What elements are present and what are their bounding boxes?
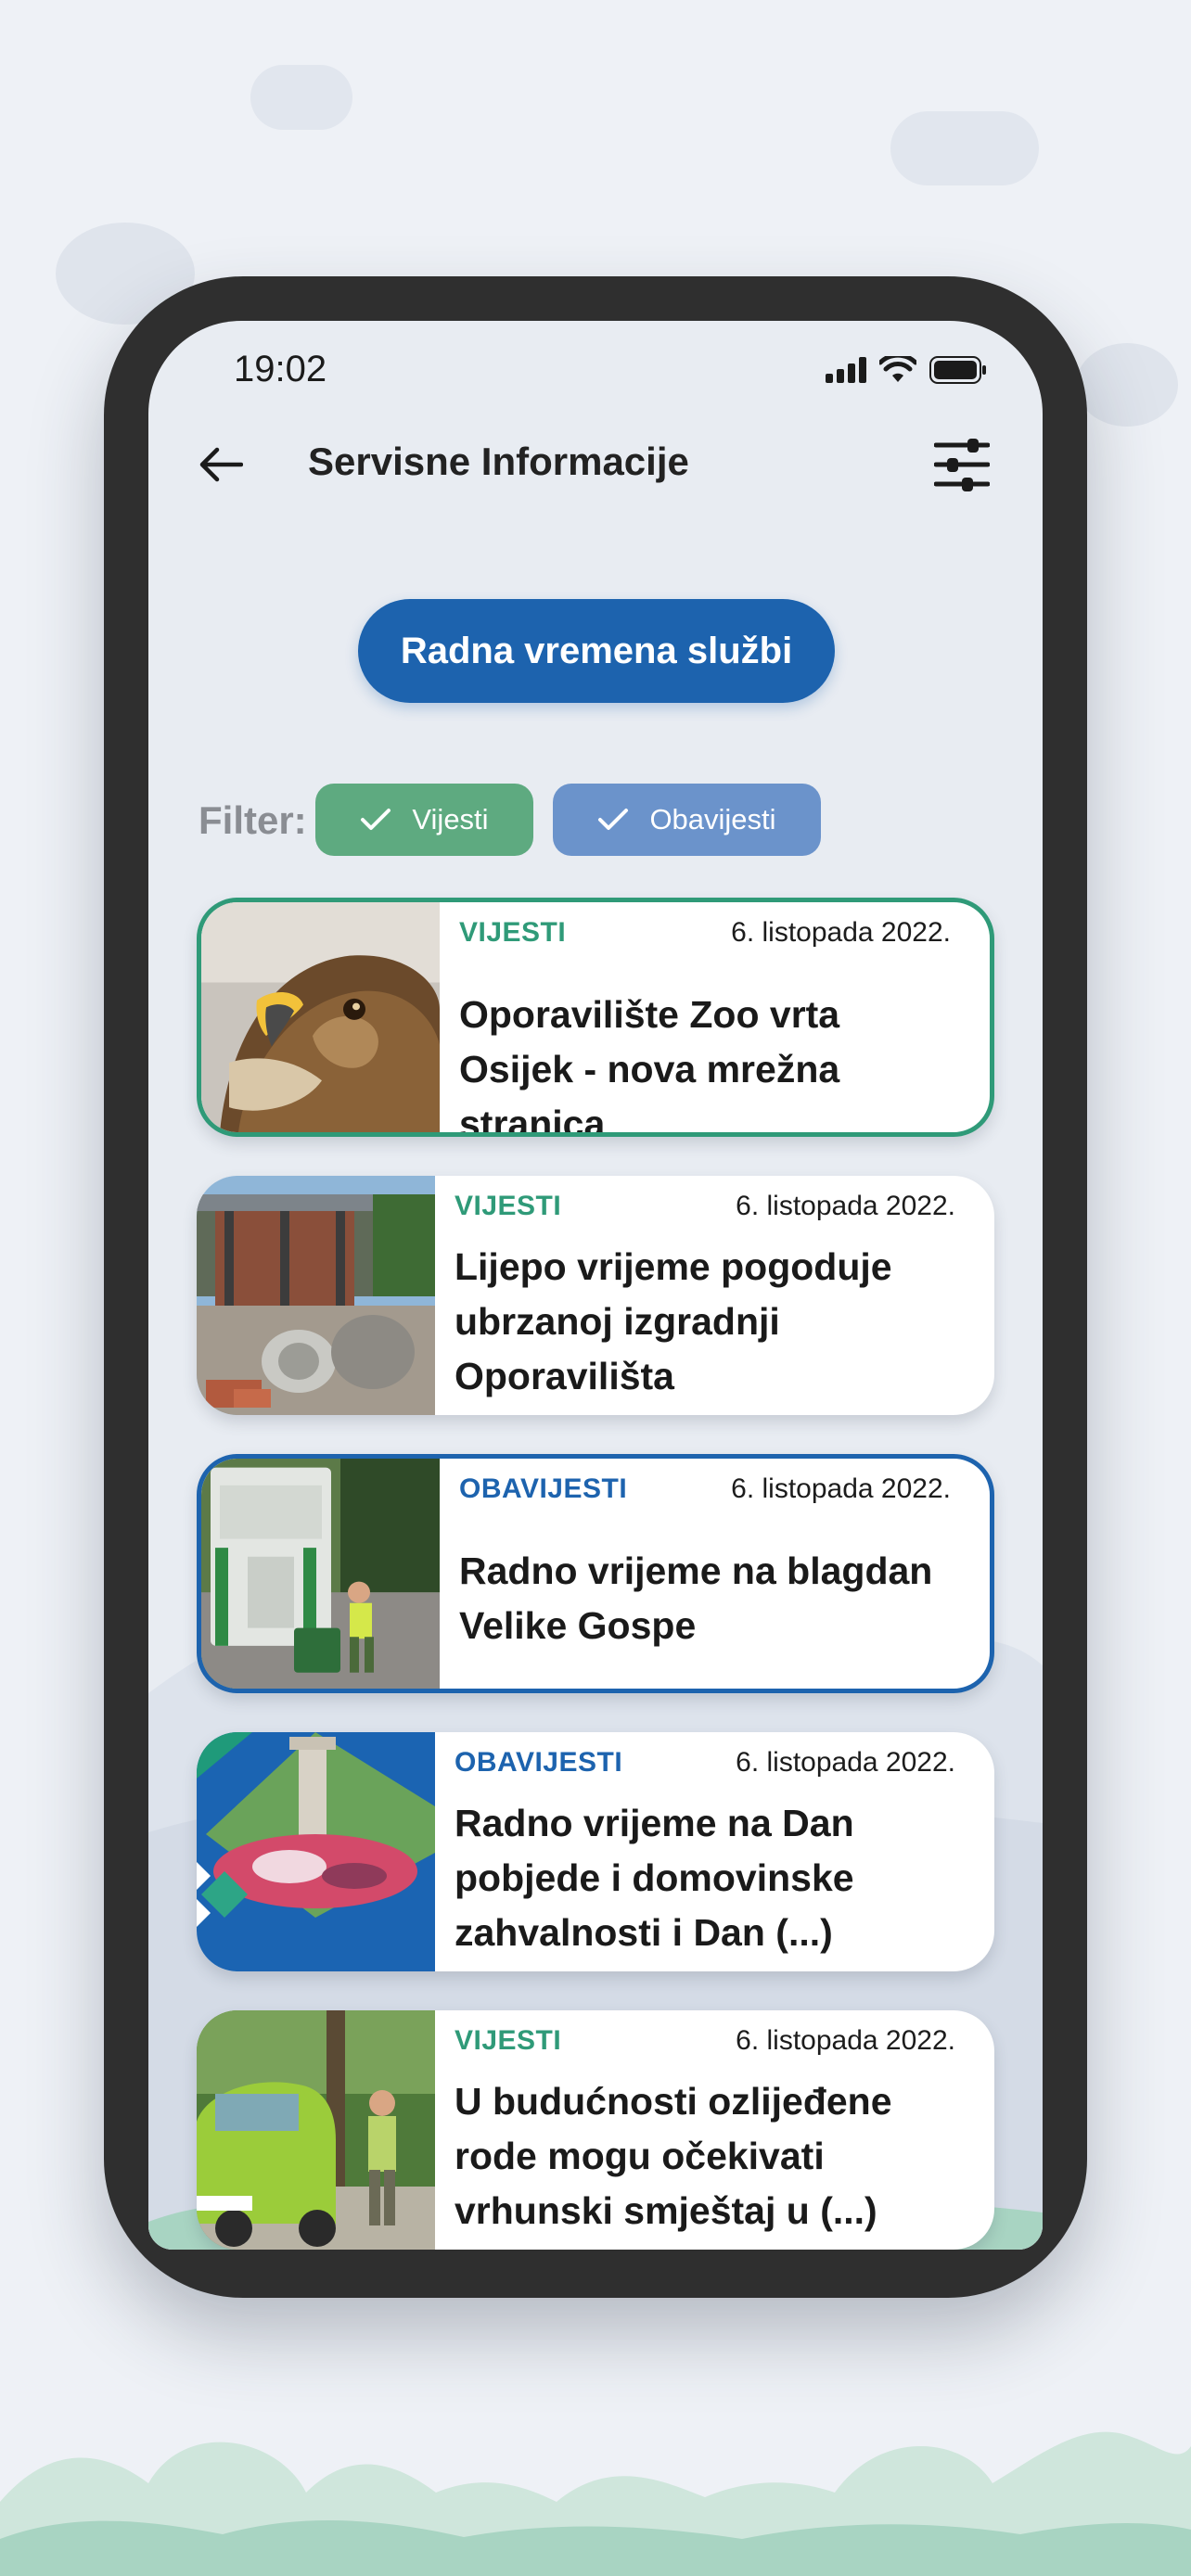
card-category: OBAVIJESTI xyxy=(459,1473,628,1504)
card-category: VIJESTI xyxy=(459,917,567,948)
battery-icon xyxy=(929,356,986,384)
status-icons xyxy=(826,356,987,384)
filter-chip-label: Vijesti xyxy=(412,803,489,835)
notice-card[interactable]: OBAVIJESTI 6. listopada 2022. Radno vrij… xyxy=(197,1732,994,1971)
cloud-shape xyxy=(250,65,352,130)
card-date: 6. listopada 2022. xyxy=(736,2025,955,2056)
back-button[interactable] xyxy=(193,437,249,492)
filter-label: Filter: xyxy=(198,798,307,842)
card-title: Radno vrijeme na blagdan Velike Gospe xyxy=(459,1549,933,1647)
news-card[interactable]: VIJESTI 6. listopada 2022. U budućnosti … xyxy=(197,2010,994,2250)
card-category: VIJESTI xyxy=(455,2025,562,2056)
notice-card[interactable]: OBAVIJESTI 6. listopada 2022. Radno vrij… xyxy=(197,1454,994,1693)
card-title: U budućnosti ozlijeđene rode mogu očekiv… xyxy=(455,2080,892,2232)
garbage-truck-photo xyxy=(201,1459,440,1689)
news-card[interactable]: VIJESTI 6. listopada 2022. Oporavilište … xyxy=(197,898,994,1137)
card-date: 6. listopada 2022. xyxy=(731,917,951,948)
card-category: VIJESTI xyxy=(455,1191,562,1221)
working-hours-button[interactable]: Radna vremena službi xyxy=(358,599,835,703)
page-title: Servisne Informacije xyxy=(308,440,689,483)
status-time: 19:02 xyxy=(234,349,327,389)
eagle-photo xyxy=(201,902,440,1132)
arrow-left-icon xyxy=(199,447,243,482)
filter-settings-button[interactable] xyxy=(929,432,994,497)
filter-chip-label: Obavijesti xyxy=(649,803,776,835)
cloud-shape xyxy=(1076,343,1178,427)
signal-icon xyxy=(826,357,866,383)
sliders-icon xyxy=(934,439,990,491)
cloud-shape xyxy=(890,111,1039,185)
card-category: OBAVIJESTI xyxy=(455,1747,623,1778)
car-stork-photo xyxy=(197,2010,435,2250)
wifi-icon xyxy=(879,356,916,382)
construction-photo xyxy=(197,1176,435,1415)
card-date: 6. listopada 2022. xyxy=(736,1747,955,1778)
filter-chip-news[interactable]: Vijesti xyxy=(315,784,533,856)
card-title: Radno vrijeme na Dan pobjede i domovinsk… xyxy=(455,1802,854,1954)
filter-chip-notices[interactable]: Obavijesti xyxy=(553,784,821,856)
bushes-decoration xyxy=(0,2431,1191,2576)
news-card[interactable]: VIJESTI 6. listopada 2022. Lijepo vrijem… xyxy=(197,1176,994,1415)
app-screen: 19:02 Servisne Informacije Radna vremena… xyxy=(148,321,1043,2250)
card-title: Oporavilište Zoo vrta Osijek - nova mrež… xyxy=(459,993,840,1137)
card-title: Lijepo vrijeme pogoduje ubrzanoj izgradn… xyxy=(455,1245,892,1397)
flowers-monument-photo xyxy=(197,1732,435,1971)
card-date: 6. listopada 2022. xyxy=(736,1191,955,1221)
card-date: 6. listopada 2022. xyxy=(731,1473,951,1504)
check-icon xyxy=(361,809,391,830)
check-icon xyxy=(598,809,629,830)
phone-frame: 19:02 Servisne Informacije Radna vremena… xyxy=(104,276,1087,2298)
